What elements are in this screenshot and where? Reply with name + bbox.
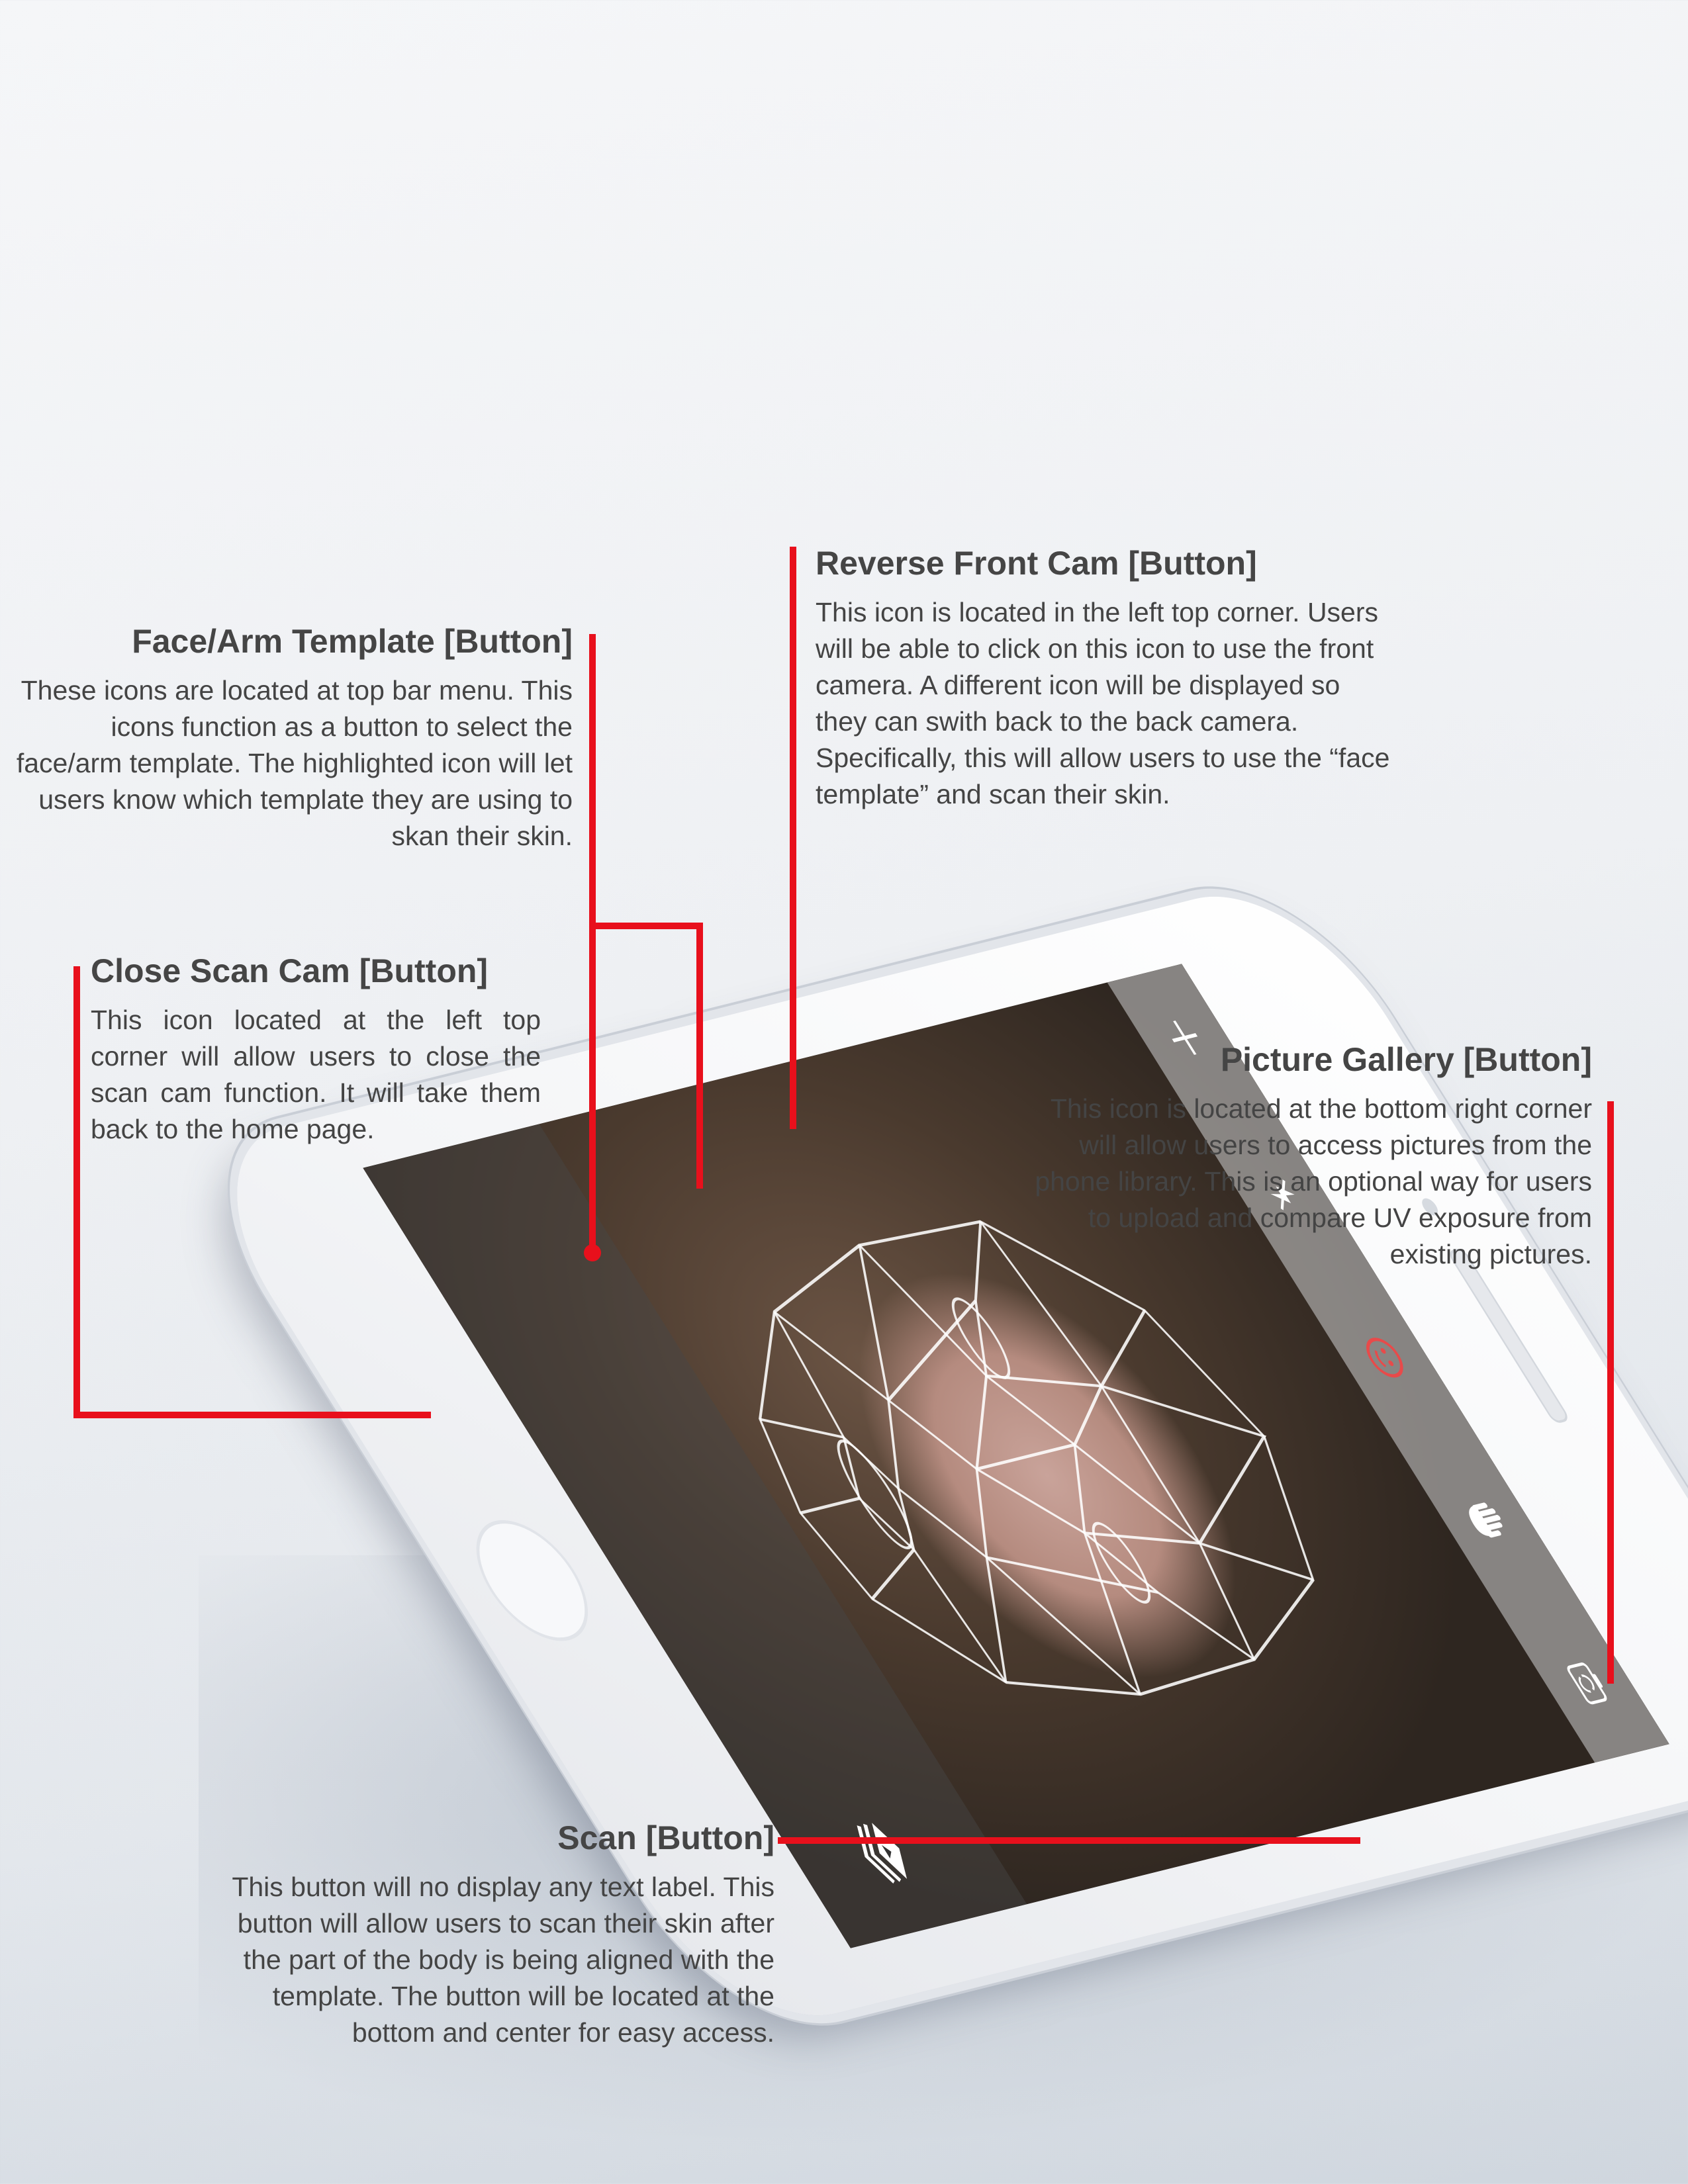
callout-body: This icon located at the left top corner… — [91, 1005, 541, 1144]
scan-leader — [778, 1837, 1360, 1844]
gallery-icon — [857, 1823, 908, 1884]
close-scan-leader-vertical — [73, 966, 80, 1418]
close-scan-leader-horizontal — [73, 1412, 431, 1418]
face-template-button[interactable] — [1351, 1328, 1418, 1388]
callout-title: Face/Arm Template [Button] — [132, 623, 573, 660]
callout-reverse-front-cam: Reverse Front Cam [Button] This icon is … — [816, 544, 1398, 813]
callout-body: This button will no display any text lab… — [232, 1872, 774, 2048]
earpiece-speaker — [1446, 1247, 1571, 1425]
face-arm-leader-horizontal — [589, 923, 703, 929]
callout-title: Close Scan Cam [Button] — [91, 952, 489, 989]
picture-gallery-button[interactable] — [828, 1803, 939, 1901]
reverse-cam-leader — [790, 547, 796, 1129]
callout-close-scan-cam: Close Scan Cam [Button] This icon locate… — [91, 952, 541, 1148]
callout-title: Scan [Button] — [557, 1819, 774, 1856]
callout-body: This icon is located at the bottom right… — [1035, 1093, 1592, 1269]
face-arm-leader-dot — [584, 1244, 601, 1261]
hand-icon — [1469, 1502, 1503, 1538]
callout-body: This icon is located in the left top cor… — [816, 597, 1390, 809]
callout-picture-gallery: Picture Gallery [Button] This icon is lo… — [1019, 1040, 1592, 1273]
callout-face-arm-template: Face/Arm Template [Button] These icons a… — [13, 622, 573, 854]
face-template-icon — [1366, 1338, 1403, 1378]
arm-template-button[interactable] — [1453, 1490, 1520, 1550]
gallery-leader — [1607, 1101, 1614, 1684]
callout-title: Picture Gallery [Button] — [1220, 1041, 1592, 1078]
callout-title: Reverse Front Cam [Button] — [816, 545, 1257, 582]
callout-body: These icons are located at top bar menu.… — [16, 675, 573, 851]
callout-scan: Scan [Button] This button will no displa… — [209, 1819, 774, 2051]
face-arm-leader-vertical — [589, 634, 596, 1257]
face-arm-leader-branch — [696, 923, 703, 1189]
